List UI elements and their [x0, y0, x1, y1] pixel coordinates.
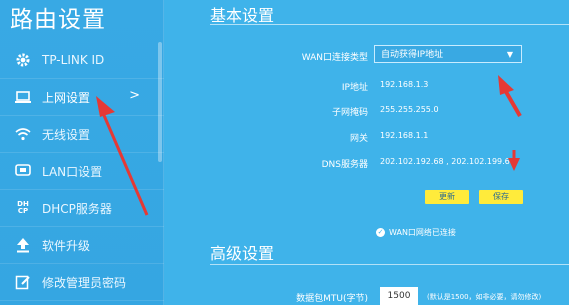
- sidebar-item-label: 上网设置: [42, 90, 91, 105]
- wan-type-label: WAN口连接类型: [301, 53, 368, 63]
- dhcp-icon-text: DH CP: [17, 200, 29, 215]
- wan-status-text: WAN口网络已连接: [389, 228, 456, 237]
- sidebar-item-lan[interactable]: LAN口设置: [0, 153, 164, 190]
- sidebar-item-label: DHCP服务器: [42, 201, 112, 216]
- dns-value: 202.102.192.68 , 202.102.199.68: [380, 157, 515, 166]
- app-title: 路由设置: [10, 7, 106, 33]
- sidebar-item-label: 无线设置: [42, 127, 91, 142]
- sidebar: 路由设置 TP-LINK ID 上网设置 > 无线设置 LAN口设置 DH CP…: [0, 0, 164, 305]
- sidebar-item-upgrade[interactable]: 软件升级: [0, 227, 164, 264]
- sidebar-scrollbar[interactable]: [158, 42, 162, 162]
- mtu-input[interactable]: 1500: [380, 287, 418, 305]
- sidebar-item-label: 修改管理员密码: [42, 275, 127, 290]
- sidebar-item-label: LAN口设置: [42, 164, 103, 179]
- save-button[interactable]: 保存: [479, 190, 523, 204]
- gear-icon: [14, 51, 32, 69]
- ip-label: IP地址: [341, 83, 368, 93]
- sidebar-item-label: TP-LINK ID: [42, 53, 105, 67]
- gateway-label: 网关: [349, 134, 368, 144]
- advanced-settings-title: 高级设置: [210, 244, 275, 263]
- sidebar-item-internet[interactable]: 上网设置 >: [0, 79, 164, 116]
- dhcp-icon: DH CP: [14, 199, 32, 217]
- gateway-value: 192.168.1.1: [380, 131, 429, 140]
- laptop-icon: [14, 88, 32, 106]
- wan-type-select[interactable]: 自动获得IP地址 ▼: [374, 45, 522, 63]
- sidebar-item-dhcp[interactable]: DH CP DHCP服务器: [0, 190, 164, 227]
- basic-settings-divider: [210, 24, 569, 25]
- upgrade-icon: [14, 236, 32, 254]
- wifi-icon: [14, 125, 32, 143]
- ip-value: 192.168.1.3: [380, 80, 429, 89]
- sidebar-item-label: 软件升级: [42, 238, 91, 253]
- mtu-label: 数据包MTU(字节): [296, 294, 368, 304]
- mtu-note: (默认是1500，如非必要，请勿修改): [427, 293, 542, 301]
- edit-password-icon: [14, 273, 32, 291]
- refresh-button[interactable]: 更新: [425, 190, 469, 204]
- check-icon: ✓: [376, 228, 385, 237]
- subnet-mask-value: 255.255.255.0: [380, 105, 439, 114]
- lan-icon: [14, 162, 32, 180]
- sidebar-item-password[interactable]: 修改管理员密码: [0, 264, 164, 301]
- subnet-mask-label: 子网掩码: [331, 108, 368, 118]
- wan-status: ✓ WAN口网络已连接: [376, 227, 456, 238]
- sidebar-item-wireless[interactable]: 无线设置: [0, 116, 164, 153]
- wan-type-value: 自动获得IP地址: [381, 50, 444, 60]
- chevron-down-icon: ▼: [506, 50, 513, 59]
- chevron-right-icon: >: [129, 88, 140, 103]
- sidebar-nav: TP-LINK ID 上网设置 > 无线设置 LAN口设置 DH CP DHCP…: [0, 42, 164, 301]
- sidebar-item-tplink-id[interactable]: TP-LINK ID: [0, 42, 164, 79]
- main-panel: 基本设置 WAN口连接类型 自动获得IP地址 ▼ IP地址 192.168.1.…: [164, 0, 569, 305]
- dns-label: DNS服务器: [321, 160, 368, 170]
- advanced-settings-divider: [210, 264, 569, 265]
- basic-settings-title: 基本设置: [210, 6, 275, 25]
